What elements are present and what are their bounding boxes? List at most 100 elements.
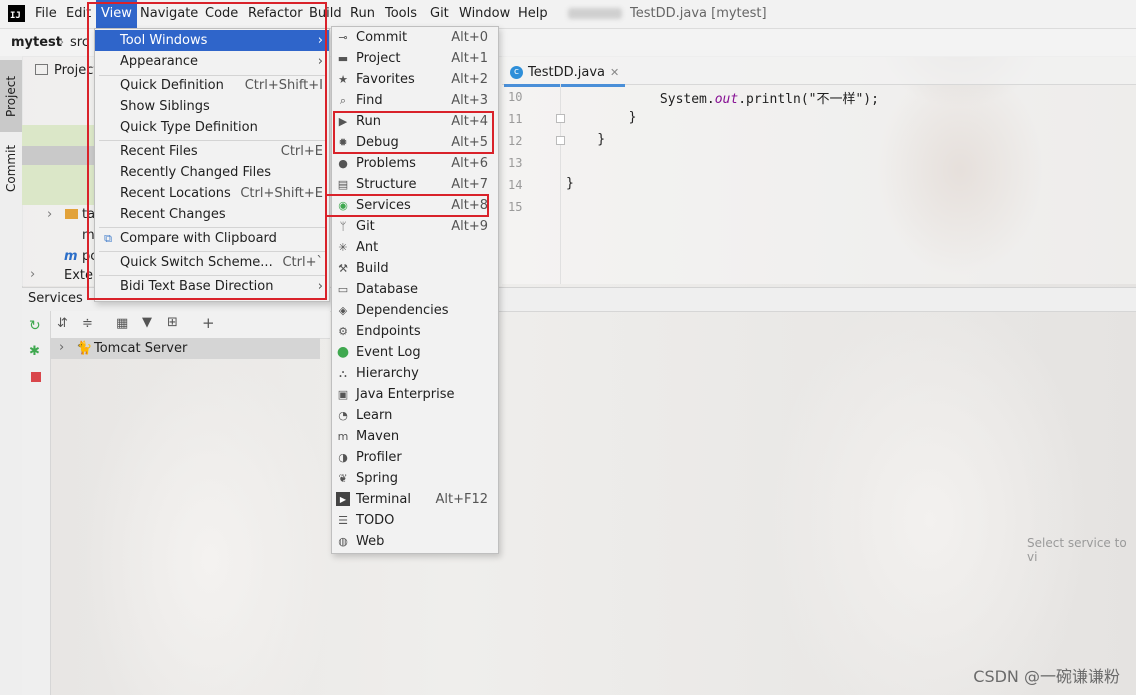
menu-build[interactable]: Build [309,6,342,21]
hierarchy-icon: ⛬ [339,366,347,380]
menu-item-maven[interactable]: m Maven [332,426,498,447]
menu-item-hierarchy[interactable]: ⛬ Hierarchy [332,363,498,384]
menu-edit[interactable]: Edit [66,6,91,21]
menu-code[interactable]: Code [205,6,238,21]
menu-item-quick-definition[interactable]: Quick Definition Ctrl+Shift+I [95,75,329,96]
code-line[interactable]: } [566,132,605,147]
line-number: 11 [508,112,523,126]
breadcrumb-project[interactable]: mytest [11,35,62,50]
menu-item-debug[interactable]: ✹ Debug Alt+5 [332,132,498,153]
add-service-icon[interactable]: + [202,314,215,332]
menu-item-label: Project [356,51,401,66]
menu-item-label: Endpoints [356,324,421,339]
menu-navigate[interactable]: Navigate [140,6,198,21]
menu-item-label: Appearance [120,54,199,69]
menu-item-recently-changed-files[interactable]: Recently Changed Files [95,162,329,183]
menu-item-services[interactable]: ◉ Services Alt+8 [332,195,498,216]
menu-item-label: Tool Windows [120,33,208,48]
rerun-icon[interactable]: ↻ [29,318,41,334]
editor-tab-testdd[interactable]: c TestDD.java ✕ [504,60,626,87]
menu-item-label: Commit [356,30,408,45]
expand-all-icon[interactable]: ⇵ [57,316,68,331]
menu-item-terminal[interactable]: ▶ Terminal Alt+F12 [332,489,498,510]
menu-file[interactable]: File [35,6,57,21]
menu-item-endpoints[interactable]: ⚙ Endpoints [332,321,498,342]
menu-item-database[interactable]: ▭ Database [332,279,498,300]
menu-item-compare-with-clipboard[interactable]: ⧉ Compare with Clipboard [95,228,329,249]
menu-item-favorites[interactable]: ★ Favorites Alt+2 [332,69,498,90]
expand-arrow-icon[interactable]: › [47,207,52,222]
menu-refactor[interactable]: Refactor [248,6,303,21]
new-tab-icon[interactable]: ⊞ [167,315,178,330]
menu-item-commit[interactable]: ⊸ Commit Alt+0 [332,27,498,48]
tab-commit[interactable]: Commit [0,138,22,198]
menu-view[interactable]: View [96,0,137,28]
blurred-path [568,8,622,19]
menu-item-tool-windows[interactable]: Tool Windows › [95,30,329,51]
intellij-logo-icon: IJ [8,5,25,22]
expand-arrow-icon[interactable]: › [30,267,35,282]
menu-item-run[interactable]: ▶ Run Alt+4 [332,111,498,132]
fold-marker-icon[interactable] [556,114,565,123]
menu-item-appearance[interactable]: Appearance › [95,51,329,72]
menu-help[interactable]: Help [518,6,548,21]
menu-item-web[interactable]: ◍ Web [332,531,498,552]
menu-item-build[interactable]: ⚒ Build [332,258,498,279]
group-by-icon[interactable]: ▦ [116,316,128,331]
menu-item-label: Show Siblings [120,99,210,114]
menu-item-event-log[interactable]: ● Event Log [332,342,498,363]
menu-item-spring[interactable]: ❦ Spring [332,468,498,489]
commit-icon: ⊸ [338,30,348,44]
search-icon: ⌕ [339,93,347,107]
menu-item-label: Dependencies [356,303,449,318]
menu-item-dependencies[interactable]: ◈ Dependencies [332,300,498,321]
menu-item-bidi-text-base-direction[interactable]: Bidi Text Base Direction › [95,276,329,297]
filter-icon[interactable]: ▼ [142,315,152,330]
collapse-all-icon[interactable]: ≑ [82,316,93,331]
menu-item-label: Bidi Text Base Direction [120,279,274,294]
menu-item-learn[interactable]: ◔ Learn [332,405,498,426]
debug-icon[interactable]: ✱ [29,344,40,359]
menu-item-structure[interactable]: ▤ Structure Alt+7 [332,174,498,195]
menu-item-problems[interactable]: ● Problems Alt+6 [332,153,498,174]
code-line[interactable]: System.out.println("不一样"); [566,88,879,107]
menu-item-shortcut: Ctrl+Shift+E [240,186,323,201]
star-icon: ★ [338,72,348,86]
tree-item-m[interactable]: m [82,228,95,243]
tab-project[interactable]: Project [0,60,22,132]
code-line[interactable]: } [566,176,574,191]
menu-item-profiler[interactable]: ◑ Profiler [332,447,498,468]
menu-item-recent-locations[interactable]: Recent Locations Ctrl+Shift+E [95,183,329,204]
menu-item-recent-files[interactable]: Recent Files Ctrl+E [95,141,329,162]
menu-item-shortcut: Ctrl+E [280,144,323,159]
expand-arrow-icon[interactable]: › [59,340,64,355]
menu-item-find[interactable]: ⌕ Find Alt+3 [332,90,498,111]
menu-tools[interactable]: Tools [385,6,417,21]
menu-item-label: Find [356,93,383,108]
menu-run[interactable]: Run [350,6,375,21]
stop-icon[interactable] [31,372,41,382]
menu-item-show-siblings[interactable]: Show Siblings [95,96,329,117]
menu-item-shortcut: Alt+8 [451,198,488,213]
close-icon[interactable]: ✕ [610,66,619,79]
breadcrumb-chevron-icon: › [59,35,65,50]
menu-item-project[interactable]: ▬ Project Alt+1 [332,48,498,69]
menu-item-java-enterprise[interactable]: ▣ Java Enterprise [332,384,498,405]
services-icon: ◉ [338,198,348,212]
menu-item-ant[interactable]: ✳ Ant [332,237,498,258]
menu-window[interactable]: Window [459,6,510,21]
fold-marker-icon[interactable] [556,136,565,145]
editor-tab-label: TestDD.java [528,64,605,80]
code-line[interactable]: } [566,110,637,125]
menu-item-recent-changes[interactable]: Recent Changes [95,204,329,225]
menu-item-git[interactable]: ᛘ Git Alt+9 [332,216,498,237]
compare-icon: ⧉ [104,231,112,245]
play-icon: ▶ [338,114,348,128]
tree-row-selected [22,146,102,165]
tree-row-highlight [22,125,102,146]
menu-item-quick-type-definition[interactable]: Quick Type Definition [95,117,329,138]
menu-item-todo[interactable]: ☰ TODO [332,510,498,531]
menu-item-quick-switch-scheme[interactable]: Quick Switch Scheme... Ctrl+` [95,252,329,273]
breadcrumb-src[interactable]: src [70,35,89,50]
menu-git[interactable]: Git [430,6,449,21]
